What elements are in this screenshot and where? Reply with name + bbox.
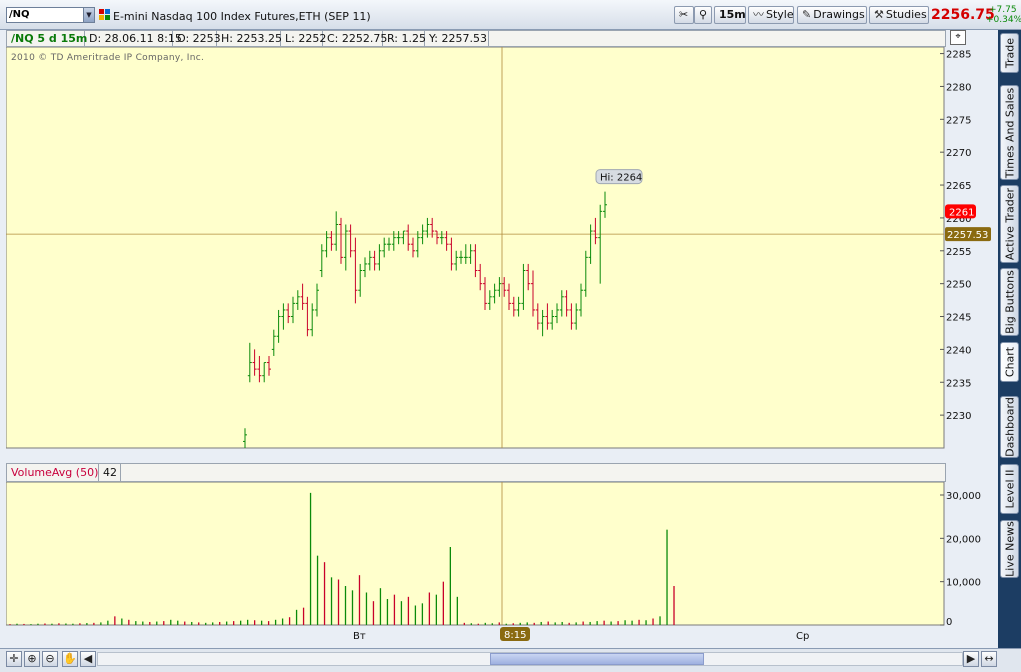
tab-times-and-sales[interactable]: Times And Sales xyxy=(1000,85,1019,180)
arrow-left-icon: ◀ xyxy=(83,652,93,665)
studies-icon: ⚒ xyxy=(874,8,884,21)
zoom-in-icon: ⊕ xyxy=(27,652,37,665)
tab-label: Active Trader xyxy=(1003,187,1016,261)
timeframe-button[interactable]: 15m xyxy=(714,6,746,24)
price-tick-label: 2230 xyxy=(946,411,971,422)
crosshair-button[interactable]: ✛ xyxy=(6,651,22,667)
price-tick-label: 2275 xyxy=(946,115,971,126)
symbol-dropdown-button[interactable]: ▼ xyxy=(83,7,95,23)
tab-label: Big Buttons xyxy=(1003,270,1016,334)
volume-tick-label: 0 xyxy=(946,617,952,626)
price-tick-label: 2245 xyxy=(946,313,971,324)
time-label-day2: Ср xyxy=(796,631,809,642)
scroll-right-button[interactable]: ▶ xyxy=(963,651,979,667)
time-scrollbar[interactable] xyxy=(97,652,963,666)
style-label: Style xyxy=(766,8,794,21)
tab-label: Times And Sales xyxy=(1003,87,1016,178)
price-tick-label: 2270 xyxy=(946,148,971,159)
line-chart-icon: 〰 xyxy=(753,8,764,21)
price-tick-label: 2265 xyxy=(946,181,971,192)
symbol-input[interactable]: /NQ xyxy=(6,7,84,23)
time-label-day1: Вт xyxy=(353,631,366,642)
volume-study-label[interactable]: VolumeAvg (50) xyxy=(7,464,99,481)
volume-tick-label: 30,000 xyxy=(946,491,981,502)
bar-range: R: 1.25 xyxy=(383,31,426,46)
volume-tick-label: 10,000 xyxy=(946,578,981,589)
price-tick-label: 2235 xyxy=(946,378,971,389)
tab-label: Chart xyxy=(1003,346,1016,378)
tab-dashboard[interactable]: Dashboard xyxy=(1000,396,1019,458)
volume-panel-header: VolumeAvg (50) 42 xyxy=(6,463,946,482)
scrollbar-thumb[interactable] xyxy=(490,653,704,665)
volume-tick-label: 20,000 xyxy=(946,534,981,545)
bar-high: H: 2253.25 xyxy=(217,31,282,46)
price-tick-label: 2240 xyxy=(946,345,971,356)
style-button[interactable]: 〰 Style xyxy=(748,6,794,24)
crosshair-icon: ✂ xyxy=(679,8,689,21)
price-panel-header: /NQ 5 d 15m D: 28.06.11 8:15 O: 2253 H: … xyxy=(6,30,946,47)
tab-label: Dashboard xyxy=(1003,397,1016,457)
last-price-marker: 2261 xyxy=(949,207,974,218)
time-axis: Вт 8:15 Ср xyxy=(353,627,809,642)
tab-level-ii[interactable]: Level II xyxy=(1000,464,1019,514)
percent-change: +0.34% xyxy=(986,15,1021,25)
crosshair-tool-button[interactable]: ✂ xyxy=(674,6,694,24)
chart-symbol-label[interactable]: /NQ 5 d 15m xyxy=(7,31,87,46)
tab-trade[interactable]: Trade xyxy=(1000,33,1019,73)
bar-date: D: 28.06.11 8:15 xyxy=(85,31,182,46)
copyright-text: 2010 © TD Ameritrade IP Company, Inc. xyxy=(11,53,204,63)
tab-label: Trade xyxy=(1003,37,1016,69)
chart-window: /NQ ▼ E-mini Nasdaq 100 Index Futures,ET… xyxy=(0,0,1021,672)
volume-plot-area xyxy=(6,482,945,626)
volume-value: 42 xyxy=(99,464,121,481)
cursor-mode-button[interactable]: ⌖ xyxy=(950,30,966,45)
price-tick-label: 2285 xyxy=(946,50,971,61)
tab-label: Live News xyxy=(1003,521,1016,577)
bar-close: C: 2252.75 xyxy=(323,31,387,46)
price-tick-label: 2280 xyxy=(946,82,971,93)
bar-low: L: 2252 xyxy=(281,31,326,46)
top-toolbar: /NQ ▼ E-mini Nasdaq 100 Index Futures,ET… xyxy=(0,0,1021,30)
crosshair-icon: ✛ xyxy=(9,652,19,665)
side-tab-bar: Trade Times And Sales Active Trader Big … xyxy=(998,30,1021,648)
hi-label: Hi: 2264 xyxy=(600,173,642,184)
tab-big-buttons[interactable]: Big Buttons xyxy=(1000,268,1019,336)
time-cursor-label: 8:15 xyxy=(504,630,526,641)
expand-time-button[interactable]: ↔ xyxy=(981,651,997,667)
studies-button[interactable]: ⚒ Studies xyxy=(869,6,929,24)
pencil-icon: ✎ xyxy=(802,8,812,21)
drawings-label: Drawings xyxy=(813,8,865,21)
arrow-right-icon: ▶ xyxy=(966,652,976,665)
volume-chart[interactable]: 30,000 20,000 10,000 0 xyxy=(6,482,998,626)
expand-icon: ↔ xyxy=(984,652,994,665)
cursor-y-value: Y: 2257.53 xyxy=(425,31,489,46)
zoom-tool-button[interactable]: ⚲ xyxy=(694,6,712,24)
pan-button[interactable]: ✋ xyxy=(62,651,78,667)
studies-label: Studies xyxy=(885,8,927,21)
bar-open: O: 2253 xyxy=(173,31,221,46)
price-chart[interactable]: 2010 © TD Ameritrade IP Company, Inc. 228… xyxy=(6,47,998,449)
zoom-in-button[interactable]: ⊕ xyxy=(24,651,40,667)
price-tick-label: 2255 xyxy=(946,247,971,258)
instrument-type-icon xyxy=(99,9,110,20)
instrument-description: E-mini Nasdaq 100 Index Futures,ETH (SEP… xyxy=(113,10,371,23)
hand-icon: ✋ xyxy=(63,652,77,665)
tab-chart[interactable]: Chart xyxy=(1000,342,1019,382)
tab-active-trader[interactable]: Active Trader xyxy=(1000,185,1019,263)
drawings-button[interactable]: ✎ Drawings xyxy=(797,6,867,24)
zoom-out-icon: ⊖ xyxy=(45,652,55,665)
zoom-out-button[interactable]: ⊖ xyxy=(42,651,58,667)
scroll-left-button[interactable]: ◀ xyxy=(80,651,96,667)
cursor-icon: ⌖ xyxy=(955,32,961,42)
magnifier-icon: ⚲ xyxy=(699,8,708,21)
tab-live-news[interactable]: Live News xyxy=(1000,520,1019,578)
net-change: +7.75 xyxy=(989,5,1017,15)
bottom-toolbar: ✛ ⊕ ⊖ ✋ ◀ ▶ ↔ xyxy=(0,648,1021,672)
tab-label: Level II xyxy=(1003,469,1016,509)
cursor-y-marker: 2257.53 xyxy=(947,230,988,241)
price-tick-label: 2250 xyxy=(946,280,971,291)
